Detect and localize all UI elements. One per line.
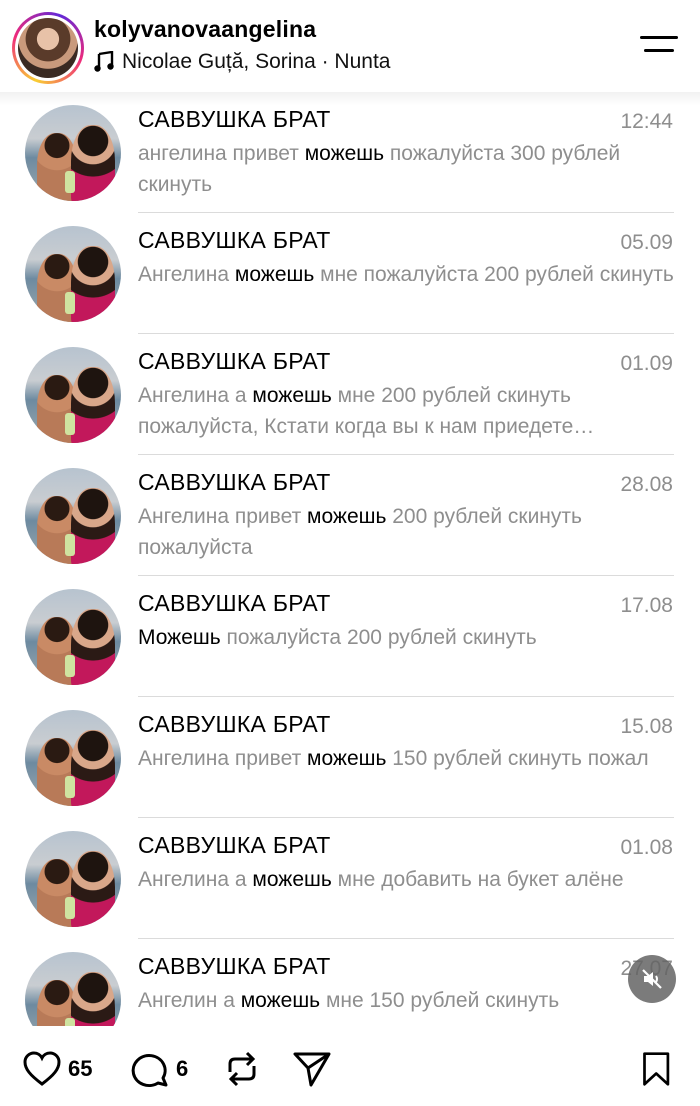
preview-text: мне 150 рублей скинуть [320, 989, 560, 1012]
comment-action[interactable]: 6 [130, 1050, 188, 1088]
preview-highlight: можешь [307, 747, 387, 770]
bookmark-icon [643, 1052, 670, 1086]
preview-text: пожалуйста 200 рублей скинуть [220, 626, 537, 649]
chat-name: САВВУШКА БРАТ [138, 227, 331, 253]
preview-highlight: можешь [307, 505, 387, 528]
chat-name: САВВУШКА БРАТ [138, 711, 331, 737]
avatar[interactable] [25, 831, 121, 927]
mute-button[interactable] [628, 955, 676, 1003]
post-header: kolyvanovaangelina Nicolae Guță, Sorina … [0, 0, 700, 92]
chat-item[interactable]: САВВУШКА БРАТ 05.09 Ангелина можешь мне по… [0, 213, 700, 334]
chat-preview: Ангелина а можешь мне добавить на букет … [138, 864, 678, 895]
avatar[interactable] [25, 105, 121, 201]
chat-time: 12:44 [620, 110, 673, 133]
chat-preview: Ангелина а можешь мне 200 рублей скинуть… [138, 380, 678, 442]
like-action[interactable]: 65 [22, 1050, 92, 1088]
chat-preview: Можешь пожалуйста 200 рублей скинуть [138, 622, 678, 653]
chat-preview: Ангелина можешь мне пожалуйста 200 рубле… [138, 259, 678, 290]
avatar[interactable] [25, 952, 121, 1026]
comment-count: 6 [176, 1056, 189, 1081]
preview-text: Ангелина привет [138, 505, 308, 528]
avatar[interactable] [25, 226, 121, 322]
preview-text: Ангелина [138, 263, 235, 286]
chat-name: САВВУШКА БРАТ [138, 106, 331, 132]
avatar[interactable] [25, 468, 121, 564]
preview-text: мне пожалуйста 200 рублей скинуть [314, 263, 674, 286]
chat-preview: Ангелин а можешь мне 150 рублей скинуть [138, 985, 678, 1016]
music-info[interactable]: Nicolae Guță, Sorina · Nunta [94, 50, 390, 74]
chat-name: САВВУШКА БРАТ [138, 348, 331, 374]
avatar[interactable] [25, 589, 121, 685]
save-action[interactable] [640, 1050, 676, 1088]
chat-preview: Ангелина привет можешь 150 рублей скинут… [138, 743, 678, 774]
repost-icon [228, 1051, 256, 1087]
avatar-image [18, 18, 78, 78]
chat-item[interactable]: САВВУШКА БРАТ 01.09 Ангелина а можешь мне … [0, 334, 700, 455]
comment-icon [131, 1054, 168, 1087]
chat-time: 28.08 [620, 473, 673, 496]
chat-item[interactable]: САВВУШКА БРАТ 28.08 Ангелина привет можешь… [0, 455, 700, 576]
profile-avatar[interactable] [12, 12, 84, 84]
avatar[interactable] [25, 710, 121, 806]
chat-time: 17.08 [620, 594, 673, 617]
preview-highlight: Можешь [138, 626, 221, 649]
preview-highlight: можешь [240, 989, 321, 1012]
post-action-bar: 65 6 [0, 1026, 700, 1106]
chat-item[interactable]: САВВУШКА БРАТ 01.08 Ангелина а можешь мне … [0, 818, 700, 939]
chat-time: 01.09 [620, 352, 673, 375]
preview-highlight: можешь [234, 263, 315, 286]
preview-text: Ангелина привет [138, 747, 308, 770]
chat-item[interactable]: САВВУШКА БРАТ 15.08 Ангелина привет можешь… [0, 697, 700, 818]
preview-text: 150 рублей скинуть пожал [386, 747, 649, 770]
chat-item[interactable]: САВВУШКА БРАТ27.07Ангелин а можешь мне 1… [0, 939, 700, 1026]
chat-preview: Ангелина привет можешь 200 рублей скинут… [138, 501, 678, 563]
paper-plane-icon [293, 1052, 331, 1087]
chat-list: САВВУШКА БРАТ 12:44 ангелина привет можешь… [0, 92, 700, 1026]
music-label: Nicolae Guță, Sorina · Nunta [122, 50, 391, 73]
menu-icon[interactable] [640, 32, 678, 56]
preview-highlight: можешь [304, 142, 385, 165]
heart-icon [23, 1051, 61, 1086]
preview-text: Ангелина а [138, 384, 253, 407]
preview-highlight: можешь [252, 384, 332, 407]
preview-text: ангелина привет [138, 142, 305, 165]
preview-text: мне добавить на букет алёне [331, 868, 624, 891]
preview-highlight: можешь [252, 868, 332, 891]
like-count: 65 [68, 1056, 93, 1081]
chat-preview: ангелина привет можешь пожалуйста 300 ру… [138, 138, 678, 200]
preview-text: Ангелина а [138, 868, 253, 891]
header-shadow [0, 92, 700, 106]
chat-name: САВВУШКА БРАТ [138, 469, 331, 495]
chat-name: САВВУШКА БРАТ [138, 953, 331, 979]
chat-item[interactable]: САВВУШКА БРАТ 12:44 ангелина привет можешь… [0, 92, 700, 213]
chat-item[interactable]: САВВУШКА БРАТ 17.08 Можешь пожалуйста 200 … [0, 576, 700, 697]
music-note-icon [94, 51, 114, 72]
username[interactable]: kolyvanovaangelina [94, 16, 316, 43]
preview-text: Ангелин а [138, 989, 241, 1012]
chat-time: 15.08 [620, 715, 673, 738]
repost-action[interactable] [222, 1050, 262, 1088]
avatar[interactable] [25, 347, 121, 443]
chat-name: САВВУШКА БРАТ [138, 832, 331, 858]
share-action[interactable] [292, 1050, 332, 1088]
muted-speaker-icon [642, 969, 662, 989]
chat-time: 05.09 [620, 231, 673, 254]
chat-time: 01.08 [620, 836, 673, 859]
chat-name: САВВУШКА БРАТ [138, 590, 331, 616]
